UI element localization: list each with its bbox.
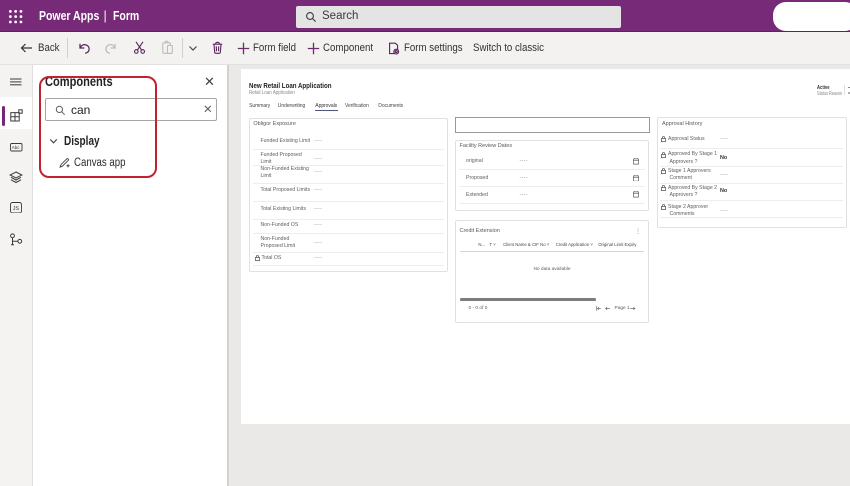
svg-text:Abc: Abc: [12, 145, 21, 150]
svg-text:JS: JS: [13, 206, 20, 212]
